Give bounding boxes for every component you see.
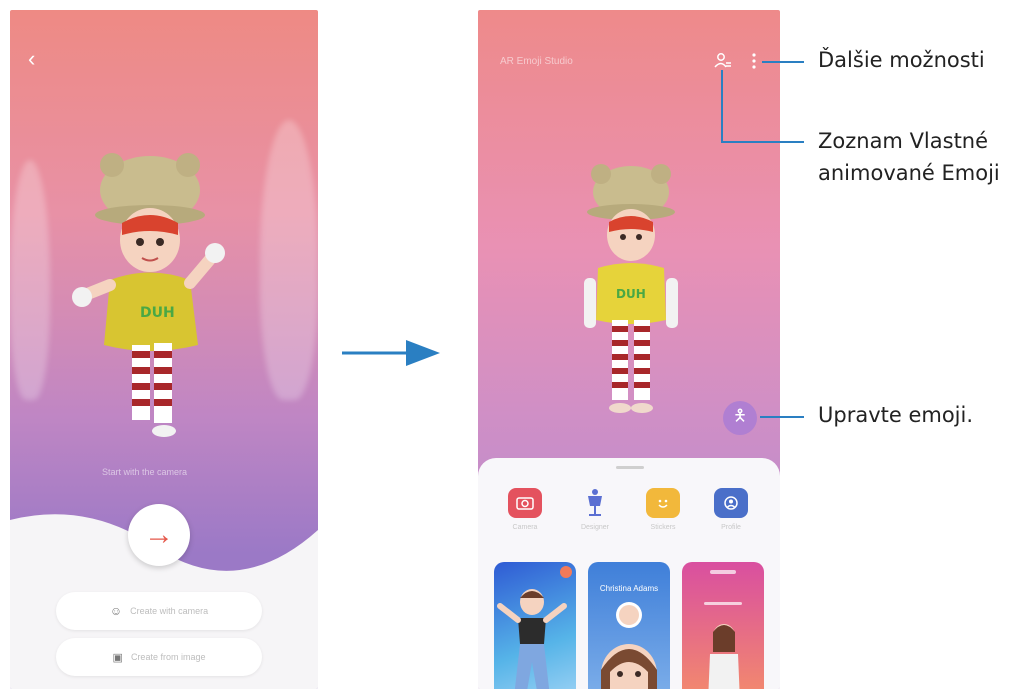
create-with-camera-label: Create with camera (130, 606, 209, 616)
smiley-icon: ☺ (109, 604, 123, 618)
create-with-camera-button[interactable]: ☺ Create with camera (56, 592, 262, 630)
tool-camera[interactable]: Camera (500, 488, 550, 531)
tool-profile[interactable]: Profile (706, 488, 756, 531)
camera-icon (508, 488, 542, 518)
tool-stickers[interactable]: Stickers (638, 488, 688, 531)
svg-text:DUH: DUH (140, 305, 175, 321)
profile-icon (714, 488, 748, 518)
create-from-image-label: Create from image (130, 652, 206, 662)
callout-line-edit (760, 416, 804, 418)
preview-card-1[interactable] (494, 562, 576, 689)
tool-camera-label: Camera (512, 524, 538, 531)
transition-arrow (342, 340, 440, 366)
sticker-icon (646, 488, 680, 518)
bottom-sheet: Camera Designer Stickers Profile Christi… (478, 458, 780, 689)
sheet-handle[interactable] (616, 466, 644, 469)
edit-emoji-button[interactable]: 🯅 (723, 401, 757, 435)
emoji-list-icon[interactable] (714, 52, 732, 70)
arrow-right-icon: → (144, 518, 174, 551)
tool-stickers-label: Stickers (650, 524, 676, 531)
mannequin-icon (578, 488, 612, 518)
image-icon: ▣ (112, 651, 123, 664)
callout-line-list-horizontal (721, 141, 804, 143)
ghost-avatar-right (260, 120, 318, 400)
callout-edit-emoji: Upravte emoji. (818, 403, 974, 427)
next-arrow-button[interactable]: → (128, 504, 190, 566)
card-contact-name: Christina Adams (599, 584, 659, 593)
avatar-standing-illustration: DUH (584, 164, 678, 413)
tool-designer-label: Designer (580, 524, 609, 531)
svg-text:DUH: DUH (616, 287, 646, 301)
right-phone-screen: AR Emoji Studio DUH 🯅 Camera Designer St… (478, 10, 780, 689)
more-options-icon[interactable] (751, 52, 757, 70)
callout-list-line2: animované Emoji (818, 161, 1000, 185)
ghost-avatar-left (10, 160, 50, 400)
tool-designer[interactable]: Designer (570, 488, 620, 531)
callout-line-list-vertical (721, 70, 723, 143)
callout-more-options: Ďalšie možnosti (818, 48, 985, 72)
preview-card-2[interactable]: Christina Adams (588, 562, 670, 689)
studio-title: AR Emoji Studio (500, 56, 573, 67)
callout-line-more-options (762, 61, 804, 63)
create-from-image-button[interactable]: ▣ Create from image (56, 638, 262, 676)
callout-list-line1: Zoznam Vlastné (818, 129, 989, 153)
avatar-illustration: DUH (72, 153, 225, 437)
left-phone-screen: ‹ DUH Start with the camera → ☺ Create w… (10, 10, 318, 689)
back-button[interactable]: ‹ (28, 48, 35, 70)
faded-prompt: Start with the camera (102, 467, 188, 477)
figure-icon: 🯅 (732, 407, 748, 425)
tool-profile-label: Profile (721, 524, 741, 531)
preview-card-3[interactable] (682, 562, 764, 689)
